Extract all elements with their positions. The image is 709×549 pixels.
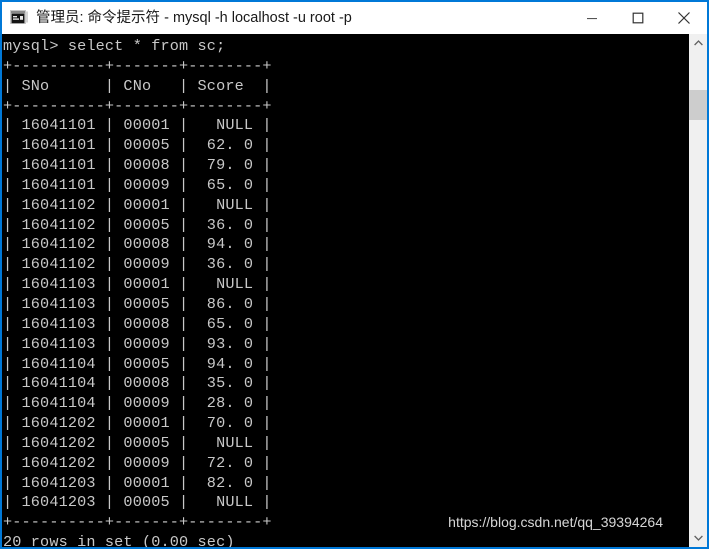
table-row: | 16041103 | 00005 | 86. 0 |	[3, 294, 272, 313]
console-prompt-line: mysql> select * from sc;	[3, 37, 226, 55]
table-row: | 16041103 | 00008 | 65. 0 |	[3, 314, 272, 333]
table-row: | 16041203 | 00001 | 82. 0 |	[3, 473, 272, 492]
scrollbar-thumb[interactable]	[689, 90, 707, 120]
table-row: | 16041202 | 00001 | 70. 0 |	[3, 414, 272, 433]
title-bar[interactable]: 管理员: 命令提示符 - mysql -h localhost -u root …	[2, 2, 707, 34]
scroll-down-arrow-icon[interactable]	[689, 529, 707, 547]
window-controls	[569, 2, 707, 34]
console-text-buffer: mysql> select * from sc; +----------+----…	[2, 34, 272, 547]
vertical-scrollbar[interactable]	[689, 34, 707, 547]
table-row: | 16041102 | 00008 | 94. 0 |	[3, 235, 272, 254]
scrollbar-track[interactable]	[689, 52, 707, 529]
table-row: | 16041202 | 00005 | NULL |	[3, 433, 272, 452]
table-row: | 16041104 | 00005 | 94. 0 |	[3, 354, 272, 373]
table-row: | 16041101 | 00008 | 79. 0 |	[3, 156, 272, 175]
table-row: | 16041103 | 00009 | 93. 0 |	[3, 334, 272, 353]
minimize-button[interactable]	[569, 2, 615, 34]
table-row: | 16041101 | 00005 | 62. 0 |	[3, 136, 272, 155]
table-row: | 16041101 | 00009 | 65. 0 |	[3, 175, 272, 194]
watermark-url: https://blog.csdn.net/qq_39394264	[448, 514, 663, 530]
table-row: | 16041102 | 00005 | 36. 0 |	[3, 215, 272, 234]
maximize-button[interactable]	[615, 2, 661, 34]
table-row: | 16041101 | 00001 | NULL |	[3, 116, 272, 135]
table-row: | 16041202 | 00009 | 72. 0 |	[3, 453, 272, 472]
table-separator-line: +----------+-------+--------+	[3, 513, 272, 532]
table-row: | 16041104 | 00008 | 35. 0 |	[3, 374, 272, 393]
close-button[interactable]	[661, 2, 707, 34]
console-output-area[interactable]: mysql> select * from sc; +----------+----…	[2, 34, 689, 547]
result-status-line: 20 rows in set (0.00 sec)	[3, 533, 235, 547]
table-row: | 16041103 | 00001 | NULL |	[3, 275, 272, 294]
table-row: | 16041203 | 00005 | NULL |	[3, 493, 272, 512]
table-row: | 16041102 | 00001 | NULL |	[3, 195, 272, 214]
window-title: 管理员: 命令提示符 - mysql -h localhost -u root …	[36, 10, 352, 26]
scroll-up-arrow-icon[interactable]	[689, 34, 707, 52]
table-row: | 16041104 | 00009 | 28. 0 |	[3, 394, 272, 413]
table-header-row: | SNo | CNo | Score |	[3, 76, 272, 95]
table-row: | 16041102 | 00009 | 36. 0 |	[3, 255, 272, 274]
console-window: 管理员: 命令提示符 - mysql -h localhost -u root …	[0, 0, 709, 549]
table-separator-line: +----------+-------+--------+	[3, 56, 272, 75]
console-icon	[10, 10, 28, 26]
table-separator-line: +----------+-------+--------+	[3, 96, 272, 115]
